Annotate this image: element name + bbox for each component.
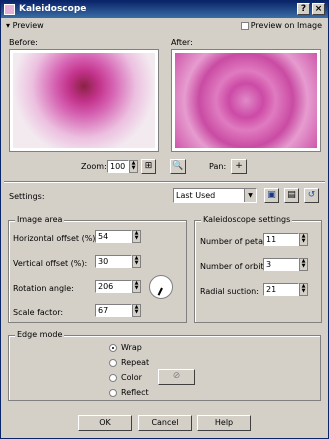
settings-select[interactable]: Last Used ▼ (173, 188, 257, 203)
after-label: After: (171, 38, 193, 47)
radial-suction-spinner[interactable]: ▲ ▼ (299, 283, 308, 296)
orbits-input[interactable]: 3 (263, 258, 299, 271)
radio-icon (109, 373, 117, 382)
edge-repeat-label: Repeat (121, 358, 150, 367)
checkbox-icon (240, 21, 249, 30)
orbits-spinner[interactable]: ▲ ▼ (299, 258, 308, 271)
scale-factor-label: Scale factor: (13, 308, 64, 317)
cancel-button[interactable]: Cancel (138, 415, 192, 431)
rotation-dial[interactable] (149, 275, 173, 299)
horizontal-offset-label: Horizontal offset (%): (13, 234, 99, 243)
chevron-down-icon[interactable]: ▼ (244, 189, 256, 202)
radial-suction-input[interactable]: 21 (263, 283, 299, 296)
petals-input[interactable]: 11 (263, 233, 299, 246)
rotation-angle-spinner[interactable]: ▲ ▼ (132, 280, 141, 293)
preview-toggle[interactable]: ▾ Preview (6, 21, 44, 30)
zoom-to-fit-button[interactable]: 🔍 (170, 159, 186, 174)
reset-button[interactable]: ↺ (304, 188, 319, 203)
image-area-title: Image area (15, 215, 65, 224)
vertical-offset-input[interactable]: 30 (95, 255, 132, 268)
after-image (175, 53, 317, 148)
edge-color-label: Color (121, 373, 142, 382)
triangle-down-icon: ▾ (6, 21, 11, 30)
petals-label: Number of petals: (200, 237, 273, 246)
no-color-icon: ⊘ (172, 371, 181, 381)
ok-button[interactable]: OK (78, 415, 132, 431)
window-title: Kaleidoscope (19, 4, 87, 14)
petals-spinner[interactable]: ▲ ▼ (299, 233, 308, 246)
before-preview[interactable] (9, 49, 159, 152)
pan-icon: + (235, 161, 243, 171)
zoom-label: Zoom: (81, 162, 107, 171)
radial-suction-label: Radial suction: (200, 287, 259, 296)
radio-icon (109, 388, 117, 397)
save-preset-button[interactable]: ▣ (264, 188, 279, 203)
edge-reflect-label: Reflect (121, 388, 149, 397)
rotation-angle-label: Rotation angle: (13, 284, 74, 293)
edge-reflect-radio[interactable]: Reflect (109, 388, 149, 397)
vertical-offset-spinner[interactable]: ▲ ▼ (132, 255, 141, 268)
slider-icon: ⊞ (144, 161, 153, 171)
dial-needle (157, 287, 163, 296)
pan-button[interactable]: + (231, 159, 247, 174)
magnifier-icon: 🔍 (172, 161, 184, 171)
close-button[interactable]: × (312, 3, 325, 15)
before-label: Before: (9, 38, 38, 47)
scale-factor-spinner[interactable]: ▲ ▼ (132, 304, 141, 317)
edge-mode-title: Edge mode (15, 330, 65, 339)
edge-color-swatch[interactable]: ⊘ (158, 369, 195, 385)
zoom-spinner[interactable]: ▲ ▼ (129, 160, 138, 173)
help-button[interactable]: Help (197, 415, 251, 431)
title-bar: Kaleidoscope ? × (1, 1, 328, 18)
preview-bar: ▾ Preview Preview on Image (4, 20, 325, 33)
edge-color-radio[interactable]: Color (109, 373, 142, 382)
after-preview (171, 49, 321, 152)
horizontal-offset-spinner[interactable]: ▲ ▼ (132, 230, 141, 243)
orbits-label: Number of orbits: (200, 262, 271, 271)
help-title-button[interactable]: ? (297, 3, 310, 15)
preview-toggle-label: Preview (12, 21, 44, 30)
save-icon: ▣ (267, 190, 276, 200)
vertical-offset-label: Vertical offset (%): (13, 259, 88, 268)
reset-icon: ↺ (307, 190, 316, 200)
radio-icon (109, 358, 117, 367)
zoom-slider-button[interactable]: ⊞ (141, 159, 156, 174)
separator (4, 181, 325, 183)
kaleidoscope-dialog: Kaleidoscope ? × ▾ Preview Preview on Im… (0, 0, 329, 439)
edge-repeat-radio[interactable]: Repeat (109, 358, 149, 367)
pan-label: Pan: (209, 162, 227, 171)
preview-on-image-checkbox[interactable]: Preview on Image (240, 21, 322, 30)
radio-selected-icon (109, 343, 117, 352)
edge-wrap-label: Wrap (121, 343, 142, 352)
resource-manager-button[interactable]: ▤ (284, 188, 299, 203)
kaleidoscope-settings-title: Kaleidoscope settings (201, 215, 293, 224)
edge-wrap-radio[interactable]: Wrap (109, 343, 142, 352)
preview-on-image-label: Preview on Image (250, 21, 322, 30)
edge-mode-group: Edge mode (8, 330, 321, 401)
folders-icon: ▤ (287, 190, 296, 200)
settings-selected-value: Last Used (176, 191, 216, 200)
rotation-angle-input[interactable]: 206 (95, 280, 132, 293)
app-icon (4, 4, 15, 15)
settings-label: Settings: (9, 192, 45, 201)
horizontal-offset-input[interactable]: 54 (95, 230, 132, 243)
scale-factor-input[interactable]: 67 (95, 304, 132, 317)
before-image (13, 53, 155, 148)
zoom-input[interactable]: 100 (107, 160, 129, 173)
